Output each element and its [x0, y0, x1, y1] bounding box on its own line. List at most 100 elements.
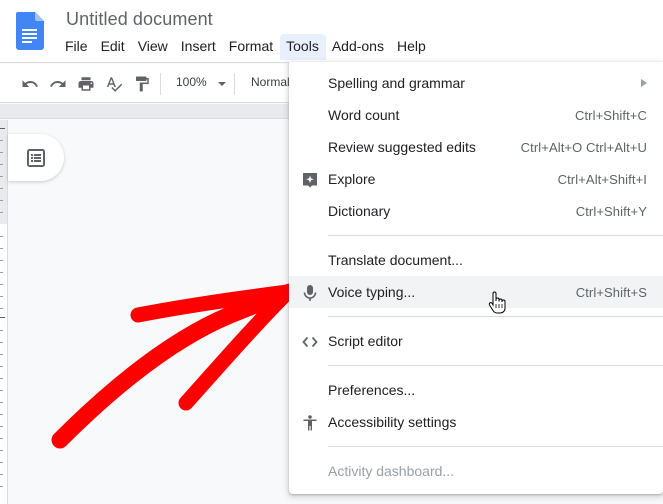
- code-icon: [301, 333, 319, 351]
- menu-view[interactable]: View: [132, 34, 175, 60]
- menu-item-shortcut: Ctrl+Alt+O Ctrl+Alt+U: [520, 140, 647, 155]
- ruler-tick: [0, 414, 3, 415]
- menu-insert[interactable]: Insert: [175, 34, 223, 60]
- spellcheck-button[interactable]: [103, 73, 125, 95]
- print-button[interactable]: [75, 73, 97, 95]
- ruler-tick: [0, 188, 3, 189]
- menu-separator: [289, 357, 663, 374]
- menu-item-activity-dashboard: Activity dashboard...: [289, 455, 663, 487]
- menu-item-spelling-and-grammar[interactable]: Spelling and grammar: [289, 67, 663, 99]
- ruler-tick: [0, 248, 3, 249]
- menu-separator: [289, 227, 663, 244]
- menu-item-script-editor[interactable]: Script editor: [289, 325, 663, 357]
- ruler-tick: [0, 426, 3, 427]
- menu-item-word-count[interactable]: Word count Ctrl+Shift+C: [289, 99, 663, 131]
- toolbar-divider: [160, 73, 161, 95]
- ruler-tick: [0, 308, 3, 309]
- menu-item-label: Voice typing...: [328, 284, 416, 300]
- ruler-tick: [0, 236, 3, 237]
- menu-help[interactable]: Help: [391, 34, 433, 60]
- paragraph-style-select[interactable]: Normal: [251, 75, 290, 89]
- menu-item-shortcut: Ctrl+Alt+Shift+I: [557, 172, 647, 187]
- menu-item-shortcut: Ctrl+Shift+Y: [575, 204, 647, 219]
- ruler-tick: [0, 486, 3, 487]
- redo-button[interactable]: [47, 73, 69, 95]
- toolbar-divider: [234, 73, 235, 95]
- ruler-tick: [0, 390, 3, 391]
- menu-item-label: Dictionary: [328, 203, 391, 219]
- explore-icon: [301, 171, 319, 189]
- hand-pointer-cursor-icon: [488, 291, 506, 314]
- ruler-tick: [0, 402, 3, 403]
- ruler-tick: [0, 260, 3, 261]
- menu-item-shortcut: Ctrl+Shift+C: [574, 108, 647, 123]
- spellcheck-icon: [106, 77, 123, 92]
- ruler-tick: [0, 140, 3, 141]
- menu-format[interactable]: Format: [223, 34, 280, 60]
- ruler-tick: [0, 354, 3, 355]
- zoom-select[interactable]: 100%: [176, 75, 207, 89]
- ruler-tick: [0, 462, 3, 463]
- menu-edit[interactable]: Edit: [95, 34, 132, 60]
- vertical-ruler[interactable]: [0, 120, 8, 504]
- paint-format-icon: [136, 76, 149, 92]
- ruler-tick: [0, 342, 3, 343]
- document-title[interactable]: Untitled document: [66, 9, 213, 30]
- menubar: File Edit View Insert Format Tools Add-o…: [59, 34, 433, 60]
- ruler-tick: [0, 450, 3, 451]
- menu-file[interactable]: File: [59, 34, 95, 60]
- menu-add-ons[interactable]: Add-ons: [326, 34, 391, 60]
- menu-item-label: Script editor: [328, 333, 403, 349]
- microphone-icon: [301, 284, 319, 302]
- menu-item-translate-document[interactable]: Translate document...: [289, 244, 663, 276]
- accessibility-icon: [301, 414, 319, 432]
- ruler-tick: [0, 284, 3, 285]
- menu-item-dictionary[interactable]: Dictionary Ctrl+Shift+Y: [289, 195, 663, 227]
- ruler-tick: [0, 176, 3, 177]
- menu-item-accessibility-settings[interactable]: Accessibility settings: [289, 406, 663, 438]
- paint-format-button[interactable]: [131, 73, 153, 95]
- outline-list-icon: [27, 148, 45, 167]
- ruler-tick: [0, 378, 3, 379]
- menu-item-shortcut: Ctrl+Shift+S: [575, 285, 647, 300]
- menu-item-label: Accessibility settings: [328, 414, 457, 430]
- header: Untitled document File Edit View Insert …: [0, 0, 663, 63]
- menu-item-label: Activity dashboard...: [328, 463, 455, 479]
- menu-item-preferences[interactable]: Preferences...: [289, 374, 663, 406]
- ruler-tick: [0, 212, 3, 213]
- zoom-dropdown-arrow-icon[interactable]: [218, 82, 226, 86]
- docs-logo-icon[interactable]: [16, 12, 44, 50]
- menu-separator: [289, 438, 663, 455]
- menu-item-voice-typing[interactable]: Voice typing... Ctrl+Shift+S: [289, 276, 663, 308]
- ruler-tick: [0, 128, 5, 129]
- ruler-tick: [0, 296, 3, 297]
- menu-item-explore[interactable]: Explore Ctrl+Alt+Shift+I: [289, 163, 663, 195]
- menu-item-label: Explore: [328, 171, 376, 187]
- undo-icon: [22, 80, 38, 87]
- tools-menu-dropdown: Spelling and grammar Word count Ctrl+Shi…: [289, 62, 663, 494]
- undo-button[interactable]: [19, 73, 41, 95]
- menu-item-review-suggested-edits[interactable]: Review suggested edits Ctrl+Alt+O Ctrl+A…: [289, 131, 663, 163]
- menu-item-label: Spelling and grammar: [328, 75, 465, 91]
- menu-item-label: Preferences...: [328, 382, 416, 398]
- ruler-tick: [0, 200, 3, 201]
- document-outline-button[interactable]: [8, 134, 64, 181]
- menu-item-label: Translate document...: [328, 252, 463, 268]
- google-docs-window: Untitled document File Edit View Insert …: [0, 0, 663, 504]
- print-icon: [78, 77, 94, 91]
- submenu-arrow-icon: [641, 79, 647, 87]
- ruler-tick: [0, 164, 3, 165]
- ruler-tick: [0, 474, 3, 475]
- ruler-tick: [0, 366, 3, 367]
- redo-icon: [50, 80, 66, 87]
- menu-item-label: Review suggested edits: [328, 139, 476, 155]
- ruler-tick: [0, 438, 3, 439]
- ruler-tick: [0, 330, 3, 331]
- ruler-tick: [0, 317, 5, 318]
- menu-separator: [289, 308, 663, 325]
- ruler-margin-shade: [0, 120, 7, 224]
- ruler-tick: [0, 272, 3, 273]
- menu-item-label: Word count: [328, 107, 400, 123]
- menu-tools[interactable]: Tools: [280, 34, 326, 60]
- ruler-tick: [0, 152, 3, 153]
